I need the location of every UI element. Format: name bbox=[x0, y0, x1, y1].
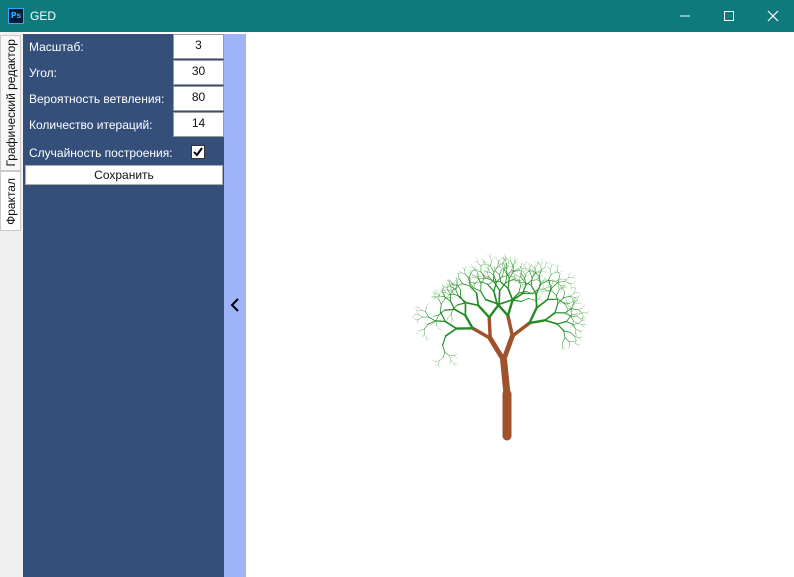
tab-label: Графический редактор bbox=[3, 39, 18, 167]
branch-probability-input[interactable]: 80 bbox=[173, 86, 224, 111]
close-icon bbox=[767, 10, 778, 22]
title-bar[interactable]: Ps GED bbox=[0, 0, 794, 32]
iterations-input[interactable]: 14 bbox=[173, 112, 224, 137]
tab-fractal[interactable]: Фрактал bbox=[0, 171, 21, 231]
app-icon: Ps bbox=[8, 8, 24, 24]
minimize-button[interactable] bbox=[662, 0, 707, 32]
window-title: GED bbox=[30, 9, 57, 23]
chevron-left-icon bbox=[230, 298, 239, 312]
random-row: Случайность построения: bbox=[23, 140, 224, 165]
minimize-icon bbox=[679, 15, 690, 17]
iterations-label: Количество итераций: bbox=[29, 118, 153, 132]
angle-input[interactable]: 30 bbox=[173, 60, 224, 85]
collapse-panel-button[interactable] bbox=[228, 297, 242, 313]
tab-graphic-editor[interactable]: Графический редактор bbox=[0, 35, 21, 171]
random-checkbox[interactable] bbox=[191, 145, 205, 159]
iterations-row: Количество итераций: 14 bbox=[23, 112, 224, 137]
checkmark-icon bbox=[193, 147, 203, 157]
fractal-canvas[interactable] bbox=[246, 34, 794, 577]
branch-probability-row: Вероятность ветвления: 80 bbox=[23, 86, 224, 111]
random-label: Случайность построения: bbox=[29, 146, 173, 160]
scale-input[interactable]: 3 bbox=[173, 34, 224, 59]
maximize-button[interactable] bbox=[706, 0, 751, 32]
angle-label: Угол: bbox=[29, 66, 57, 80]
scale-row: Масштаб: 3 bbox=[23, 34, 224, 59]
scale-label: Масштаб: bbox=[29, 40, 84, 54]
save-button[interactable]: Сохранить bbox=[25, 165, 223, 185]
panel-splitter[interactable] bbox=[224, 34, 246, 577]
fractal-tree-image bbox=[411, 253, 590, 441]
close-button[interactable] bbox=[750, 0, 794, 32]
branch-probability-label: Вероятность ветвления: bbox=[29, 92, 165, 106]
settings-panel: Масштаб: 3 Угол: 30 Вероятность ветвлени… bbox=[23, 34, 224, 577]
vertical-tab-strip: Графический редактор Фрактал bbox=[0, 32, 23, 577]
angle-row: Угол: 30 bbox=[23, 60, 224, 85]
tab-label: Фрактал bbox=[3, 177, 18, 225]
maximize-icon bbox=[723, 11, 734, 21]
